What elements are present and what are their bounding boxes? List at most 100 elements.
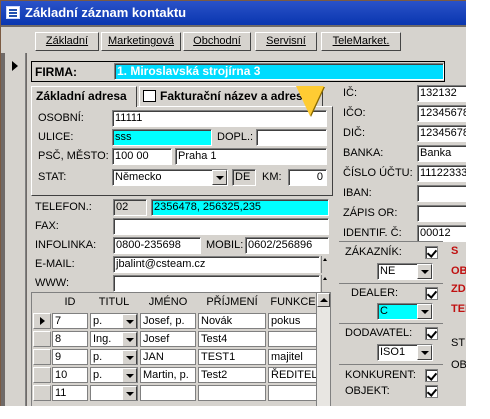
iban-field[interactable] <box>417 185 471 202</box>
cell-id[interactable]: 7 <box>52 313 88 329</box>
menu-servisni[interactable]: Servisní <box>255 32 317 51</box>
cell-jmeno[interactable] <box>140 385 196 401</box>
cell-titul[interactable]: Ing. <box>90 331 138 347</box>
menu-obchodni[interactable]: Obchodní <box>183 32 251 51</box>
menu-telemarket[interactable]: TeleMarket. <box>321 32 401 51</box>
dropdown-arrow-icon[interactable] <box>122 350 137 364</box>
menu-zakladni[interactable]: Základní <box>35 32 99 51</box>
address-panel: OSOBNÍ: 11111 ULICE: sss DOPL.: PSČ, MĚS… <box>31 106 333 196</box>
row-selector[interactable] <box>33 349 51 365</box>
col-id: ID <box>64 296 76 308</box>
psc-mesto-label: PSČ, MĚSTO: <box>38 150 109 162</box>
row-selector[interactable] <box>33 331 51 347</box>
cell-prijmeni[interactable]: Test2 <box>198 367 266 383</box>
window-title: Základní záznam kontaktu <box>25 5 187 20</box>
dropdown-arrow-icon[interactable] <box>122 332 137 346</box>
tab-zakladni-adresa[interactable]: Základní adresa <box>31 86 137 107</box>
cell-titul-value: p. <box>93 369 103 381</box>
zakaznik-checkbox[interactable] <box>425 246 438 259</box>
cell-titul[interactable] <box>90 385 138 401</box>
row-selector[interactable] <box>33 313 51 329</box>
cell-id[interactable]: 9 <box>52 349 88 365</box>
row-selector[interactable] <box>33 385 51 401</box>
cell-titul[interactable]: p. <box>90 349 138 365</box>
dopl-label: DOPL.: <box>217 131 254 143</box>
ulice-field[interactable]: sss <box>112 129 212 146</box>
tab-form-icon <box>143 90 156 102</box>
dropdown-arrow-icon[interactable] <box>417 345 432 360</box>
mobil-field[interactable]: 0602/256896 <box>245 237 329 254</box>
dealer-checkbox[interactable] <box>425 287 438 300</box>
cell-jmeno[interactable]: JAN <box>140 349 196 365</box>
stat-combo[interactable]: Německo <box>112 169 228 186</box>
dropdown-arrow-icon[interactable] <box>122 386 137 400</box>
scroll-up-icon[interactable] <box>317 293 330 307</box>
cell-id[interactable]: 8 <box>52 331 88 347</box>
cell-prijmeni[interactable]: Test4 <box>198 331 266 347</box>
cell-funkce[interactable] <box>268 331 318 347</box>
table-scrollbar[interactable] <box>316 293 330 407</box>
psc-field[interactable]: 100 00 <box>112 148 172 165</box>
fax-field[interactable] <box>113 218 329 235</box>
osobni-field[interactable]: 11111 <box>112 110 327 127</box>
zapis-label: ZÁPIS OR: <box>343 207 398 219</box>
cell-jmeno[interactable]: Josef <box>140 331 196 347</box>
table-row[interactable]: 8 Ing. Josef Test4 <box>32 330 318 348</box>
cell-jmeno[interactable]: Martin, p. <box>140 367 196 383</box>
dropdown-arrow-icon[interactable] <box>122 314 137 328</box>
table-row[interactable]: 10 p. Martin, p. Test2 ŘEDITEL <box>32 366 318 384</box>
www-field[interactable] <box>113 275 320 292</box>
cell-prijmeni[interactable]: Novák <box>198 313 266 329</box>
dropdown-arrow-icon[interactable] <box>122 368 137 382</box>
objekt-checkbox[interactable] <box>425 385 438 398</box>
row-selector[interactable] <box>33 367 51 383</box>
email-scroll-icon[interactable] <box>321 256 328 273</box>
record-selector[interactable] <box>5 53 26 407</box>
infolinka-field[interactable]: 0800-235698 <box>113 237 201 254</box>
cell-id[interactable]: 11 <box>52 385 88 401</box>
ico-label: IČO: <box>343 107 366 119</box>
cell-funkce[interactable]: ŘEDITEL <box>268 367 318 383</box>
cell-funkce[interactable]: pokus <box>268 313 318 329</box>
dropdown-arrow-icon[interactable] <box>417 304 432 319</box>
zapis-field[interactable] <box>417 205 471 222</box>
cell-prijmeni[interactable]: TEST1 <box>198 349 266 365</box>
email-field[interactable]: jbalint@csteam.cz <box>113 256 320 273</box>
zakaznik-combo[interactable]: NE <box>377 263 433 280</box>
zakaznik-value: NE <box>380 265 396 277</box>
banka-field[interactable]: Banka <box>417 145 471 162</box>
www-scroll-icon[interactable] <box>321 275 328 292</box>
table-row[interactable]: 11 <box>32 384 318 402</box>
mesto-field[interactable]: Praha 1 <box>175 148 327 165</box>
stat-value: Německo <box>115 171 162 183</box>
window-title-bar[interactable]: Základní záznam kontaktu <box>1 1 471 25</box>
identif-field[interactable]: 00012 <box>417 225 471 242</box>
firma-input[interactable]: 1. Miroslavská strojírna 3 <box>114 63 444 80</box>
cell-funkce[interactable]: majitel <box>268 349 318 365</box>
telefon-prefix-field[interactable]: 02 <box>113 199 147 216</box>
cell-titul[interactable]: p. <box>90 313 138 329</box>
cell-jmeno[interactable]: Josef, p. <box>140 313 196 329</box>
dopl-field[interactable] <box>256 129 327 146</box>
cell-prijmeni[interactable] <box>198 385 266 401</box>
dodavatel-checkbox[interactable] <box>425 327 438 340</box>
dodavatel-combo[interactable]: ISO1 <box>377 344 433 361</box>
dic-field[interactable]: 12345678 <box>417 125 471 142</box>
cell-id[interactable]: 10 <box>52 367 88 383</box>
divider <box>339 323 443 324</box>
infolinka-label: INFOLINKA: <box>35 239 97 251</box>
dealer-combo[interactable]: C <box>377 303 433 320</box>
menu-marketingova[interactable]: Marketingová <box>101 32 181 51</box>
konkurent-checkbox[interactable] <box>425 369 438 382</box>
cell-titul[interactable]: p. <box>90 367 138 383</box>
km-field[interactable]: 0 <box>288 169 327 186</box>
ucet-field[interactable]: 11122333 <box>417 165 471 182</box>
cell-funkce[interactable] <box>268 385 318 401</box>
dropdown-arrow-icon[interactable] <box>212 170 227 185</box>
ic-field[interactable]: 132132 <box>417 85 471 102</box>
dropdown-arrow-icon[interactable] <box>417 264 432 279</box>
ico-field[interactable]: 12345678 <box>417 105 471 122</box>
table-row[interactable]: 9 p. JAN TEST1 majitel <box>32 348 318 366</box>
table-row[interactable]: 7 p. Josef, p. Novák pokus <box>32 312 318 330</box>
telefon-field[interactable]: 2356478, 256325,235 <box>151 199 329 216</box>
